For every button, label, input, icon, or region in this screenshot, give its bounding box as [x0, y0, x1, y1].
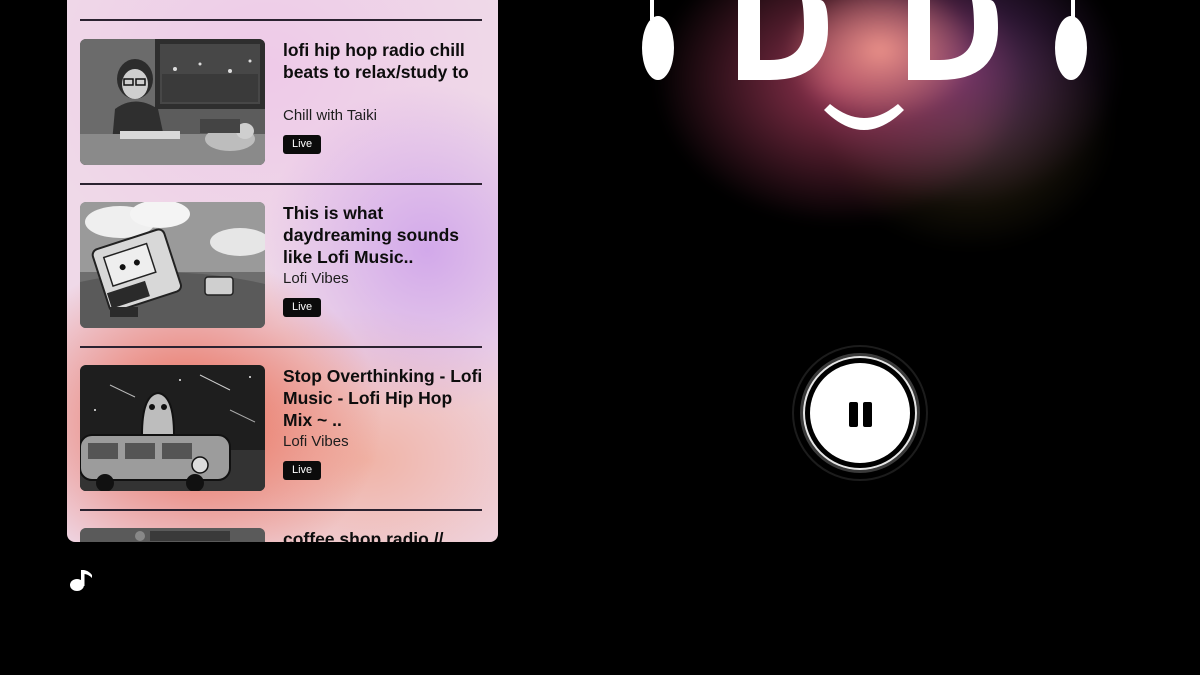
previous-list-item[interactable]	[80, 0, 482, 20]
video-thumbnail[interactable]	[80, 39, 265, 165]
channel-name: Lofi Vibes	[283, 433, 349, 450]
video-title[interactable]: lofi hip hop radio chill beats to relax/…	[283, 39, 483, 83]
channel-name: Lofi Vibes	[283, 270, 349, 287]
item-info: lofi hip hop radio chill beats to relax/…	[283, 39, 483, 83]
item-info: This is what daydreaming sounds like Lof…	[283, 202, 483, 268]
thumbnail-van-night	[80, 365, 265, 491]
music-note-icon[interactable]	[68, 566, 96, 594]
video-title[interactable]: coffee shop radio //	[283, 528, 483, 542]
thumbnail-computer-character	[80, 202, 265, 328]
video-thumbnail[interactable]	[80, 202, 265, 328]
channel-name: Chill with Taiki	[283, 107, 377, 124]
divider	[80, 183, 482, 185]
pause-icon	[849, 402, 858, 427]
divider	[80, 509, 482, 511]
list-item[interactable]: This is what daydreaming sounds like Lof…	[80, 202, 482, 328]
list-item[interactable]: lofi hip hop radio chill beats to relax/…	[80, 39, 482, 165]
list-item[interactable]: Stop Overthinking - Lofi Music - Lofi Hi…	[80, 365, 482, 491]
playback-control	[792, 345, 928, 481]
thumbnail-lofi-girl	[80, 39, 265, 165]
pause-button[interactable]	[810, 363, 910, 463]
video-title[interactable]: This is what daydreaming sounds like Lof…	[283, 202, 483, 268]
video-title[interactable]: Stop Overthinking - Lofi Music - Lofi Hi…	[283, 365, 483, 431]
divider	[80, 19, 482, 21]
live-badge: Live	[283, 135, 322, 154]
video-thumbnail[interactable]	[80, 528, 265, 542]
thumbnail-coffee-shop	[80, 528, 265, 542]
item-info: Stop Overthinking - Lofi Music - Lofi Hi…	[283, 365, 483, 431]
headphones-face-logo	[630, 0, 1100, 150]
live-badge: Live	[283, 461, 322, 480]
divider	[80, 346, 482, 348]
list-item[interactable]: coffee shop radio //	[80, 528, 482, 542]
live-badge: Live	[283, 298, 322, 317]
pause-icon	[863, 402, 872, 427]
item-info: coffee shop radio //	[283, 528, 483, 542]
video-thumbnail[interactable]	[80, 365, 265, 491]
playlist-panel[interactable]: lofi hip hop radio chill beats to relax/…	[67, 0, 498, 542]
app-screen: lofi hip hop radio chill beats to relax/…	[0, 0, 1200, 675]
